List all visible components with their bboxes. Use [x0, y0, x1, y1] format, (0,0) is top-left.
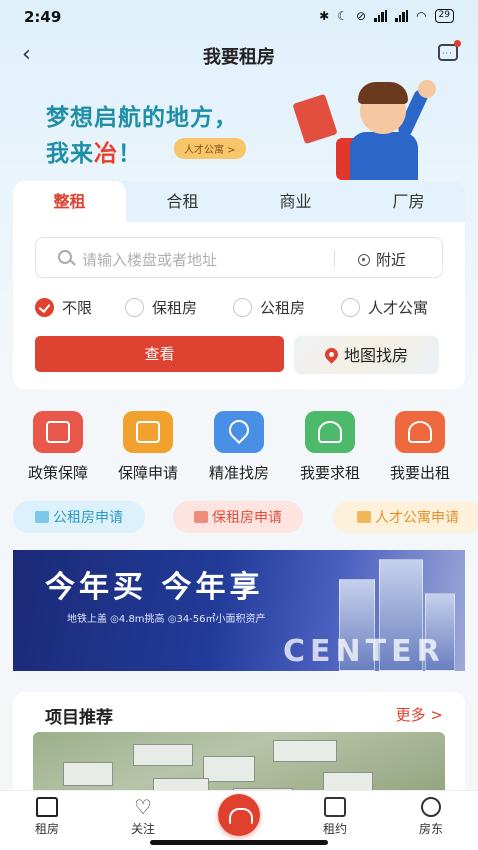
mascot-illustration: [330, 78, 450, 180]
more-link[interactable]: 更多 >: [396, 704, 443, 725]
housing-type-radios: 不限 保租房 公租房 人才公寓: [35, 297, 455, 319]
battery-icon: 29: [434, 9, 454, 23]
service-policy[interactable]: 政策保障: [12, 408, 104, 483]
status-icons: ✱ ☾ ⊘ ◠ 29: [319, 9, 454, 23]
radio-icon: [125, 298, 144, 317]
radio-guaranteed-rental[interactable]: 保租房: [125, 297, 197, 318]
service-rent-out[interactable]: 我要出租: [374, 408, 466, 483]
query-button[interactable]: 查看: [35, 336, 284, 372]
banner-title: 今年买 今年享: [45, 570, 264, 605]
signal-icon: [374, 10, 388, 22]
service-want-rent[interactable]: 我要求租: [284, 408, 376, 483]
face-icon: [421, 797, 441, 817]
radio-checked-icon: [35, 298, 54, 317]
radio-talent-apartment[interactable]: 人才公寓: [341, 297, 428, 318]
tab-lease[interactable]: 租约: [305, 795, 365, 837]
house-icon: [194, 511, 208, 523]
service-application[interactable]: 保障申请: [102, 408, 194, 483]
pill-public-rental-apply[interactable]: 公租房申请: [13, 501, 145, 533]
radio-icon: [233, 298, 252, 317]
calendar-icon: [324, 797, 346, 817]
wifi-icon: ◠: [416, 9, 427, 23]
house-icon: [35, 511, 49, 523]
hero-banner: 梦想启航的地方， 我来冶！ 人才公寓 >: [0, 78, 478, 180]
search-card: 整租 合租 商业 厂房 请输入楼盘或者地址 附近 不限 保租房 公租房 人才公寓…: [13, 181, 465, 389]
hero-line1: 梦想启航的地方，: [46, 105, 238, 131]
key-icon: [395, 411, 445, 453]
home-indicator: [150, 840, 328, 845]
section-title: 项目推荐: [45, 708, 113, 728]
service-grid: 政策保障 保障申请 精准找房 我要求租 我要出租: [0, 408, 478, 488]
signal-icon-2: [395, 10, 409, 22]
application-icon: [123, 411, 173, 453]
hero-tag[interactable]: 人才公寓 >: [174, 138, 246, 159]
radio-public-rental[interactable]: 公租房: [233, 297, 305, 318]
tab-commercial[interactable]: 商业: [239, 181, 352, 222]
status-bar: 2:49 ✱ ☾ ⊘ ◠ 29: [0, 0, 478, 34]
hero-line2: 我来冶！: [46, 141, 142, 167]
page-title: 我要租房: [203, 47, 275, 68]
tab-landlord[interactable]: 房东: [401, 795, 461, 837]
pill-talent-apartment-apply[interactable]: 人才公寓申请: [333, 501, 478, 533]
person-icon: [305, 411, 355, 453]
bluetooth-icon: ✱: [319, 9, 330, 23]
nav-bar: ‹ 我要租房 ···: [0, 36, 478, 76]
moon-icon: ☾: [337, 9, 348, 23]
search-input[interactable]: 请输入楼盘或者地址 附近: [35, 237, 443, 278]
center-home-button[interactable]: [218, 794, 260, 836]
application-pills: 公租房申请 保租房申请 人才公寓申请: [0, 501, 478, 534]
tab-rent[interactable]: 租房: [17, 795, 77, 837]
search-icon: [58, 250, 72, 264]
tab-shared-rent[interactable]: 合租: [126, 181, 239, 222]
promo-banner[interactable]: 今年买 今年享 地铁上盖 ◎4.8m挑高 ◎34-56㎡小面积资产 CENTER: [13, 550, 465, 671]
tab-factory[interactable]: 厂房: [352, 181, 465, 222]
map-search-button[interactable]: 地图找房: [295, 336, 438, 372]
house-icon: [357, 511, 371, 523]
eye-icon: [358, 253, 370, 266]
message-icon[interactable]: ···: [438, 40, 461, 61]
tab-follow[interactable]: ♡ 关注: [113, 795, 173, 837]
policy-icon: [33, 411, 83, 453]
heart-icon: ♡: [134, 795, 152, 819]
location-icon: [214, 411, 264, 453]
mute-icon: ⊘: [356, 9, 367, 23]
pin-icon: [322, 344, 341, 364]
rent-type-tabs: 整租 合租 商业 厂房: [13, 181, 465, 222]
search-placeholder: 请输入楼盘或者地址: [82, 251, 218, 269]
divider: [334, 250, 335, 267]
home-icon: [36, 797, 58, 817]
status-time: 2:49: [24, 8, 62, 26]
tab-whole-rent[interactable]: 整租: [13, 181, 126, 222]
pill-guaranteed-rental-apply[interactable]: 保租房申请: [173, 501, 303, 533]
radio-unlimited[interactable]: 不限: [35, 297, 92, 318]
banner-english: CENTER: [283, 634, 445, 669]
banner-subtitle: 地铁上盖 ◎4.8m挑高 ◎34-56㎡小面积资产: [67, 614, 266, 625]
service-precise-search[interactable]: 精准找房: [193, 408, 285, 483]
radio-icon: [341, 298, 360, 317]
nearby-button[interactable]: 附近: [358, 249, 406, 270]
